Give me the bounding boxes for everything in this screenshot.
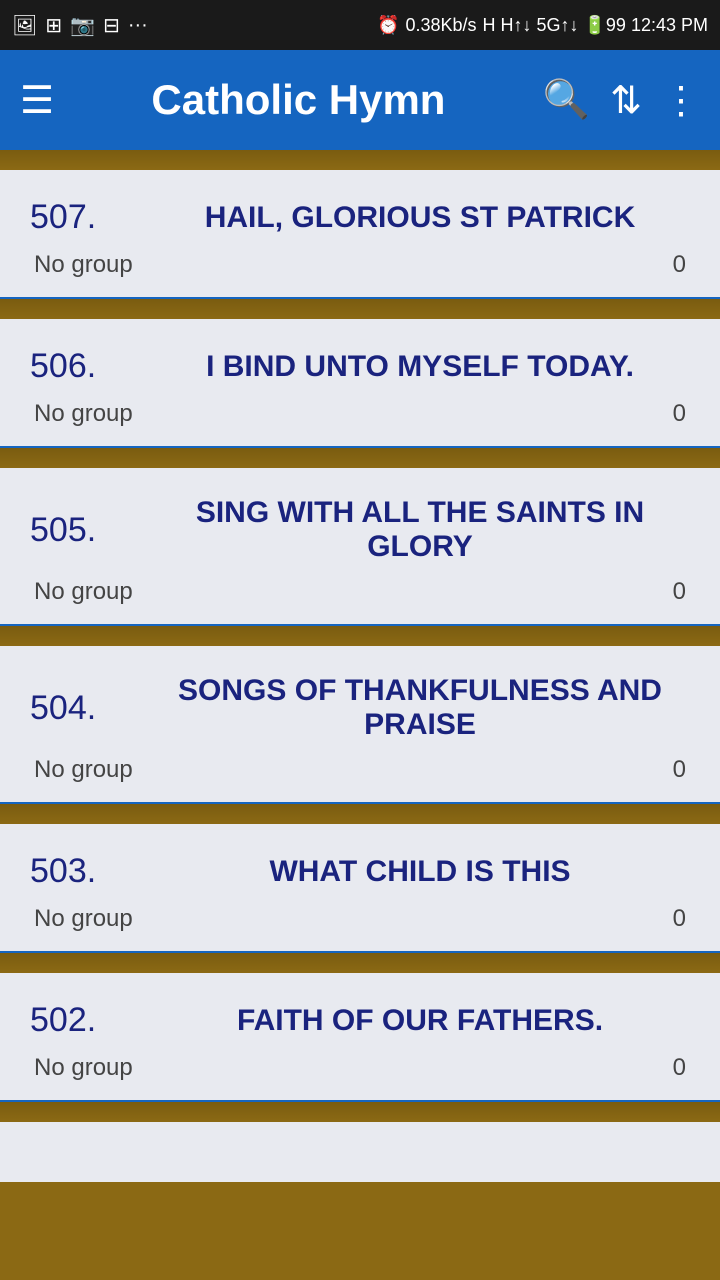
- alarm-icon: ⏰: [377, 15, 399, 36]
- menu-button[interactable]: ☰: [20, 78, 54, 123]
- hymn-count: 0: [673, 756, 686, 784]
- widget-icon: ⊟: [103, 13, 120, 38]
- hymn-group: No group: [34, 905, 133, 933]
- hymn-number: 507.: [30, 198, 130, 237]
- hymn-item-506[interactable]: 506. I BIND UNTO MYSELF TODAY. No group …: [0, 319, 720, 448]
- hymn-number: 503.: [30, 852, 130, 891]
- bg-strip: [0, 626, 720, 646]
- hymn-number: 506.: [30, 347, 130, 386]
- bg-strip: [0, 804, 720, 824]
- hymn-title: FAITH OF OUR FATHERS.: [150, 1004, 690, 1038]
- hymn-group: No group: [34, 578, 133, 606]
- hymn-group: No group: [34, 756, 133, 784]
- more-options-button[interactable]: ⋮: [662, 78, 700, 123]
- hymn-count: 0: [673, 400, 686, 428]
- hymn-number: 502.: [30, 1001, 130, 1040]
- hymn-count: 0: [673, 1054, 686, 1082]
- app-title: Catholic Hymn: [74, 76, 523, 124]
- bg-strip: [0, 299, 720, 319]
- more-icon: ···: [128, 14, 148, 37]
- hymn-count: 0: [673, 905, 686, 933]
- hymn-number: 505.: [30, 511, 130, 550]
- hymn-count: 0: [673, 251, 686, 279]
- data-speed: 0.38Kb/s: [405, 15, 476, 36]
- hymn-title: SING WITH ALL THE SAINTS IN GLORY: [150, 496, 690, 564]
- hymn-title: SONGS OF THANKFULNESS AND PRAISE: [150, 674, 690, 742]
- apps-icon: ⊞: [45, 13, 62, 38]
- hymn-item-505[interactable]: 505. SING WITH ALL THE SAINTS IN GLORY N…: [0, 468, 720, 626]
- hymn-title: HAIL, GLORIOUS ST PATRICK: [150, 201, 690, 235]
- bg-strip-bottom: [0, 1102, 720, 1122]
- bg-strip: [0, 953, 720, 973]
- hymn-group: No group: [34, 251, 133, 279]
- bg-strip: [0, 448, 720, 468]
- search-button[interactable]: 🔍: [543, 78, 590, 122]
- camera-icon: 📷: [70, 13, 95, 38]
- hymn-group: No group: [34, 400, 133, 428]
- status-right: ⏰ 0.38Kb/s H H↑↓ 5G↑↓ 🔋99 12:43 PM: [377, 15, 708, 36]
- bg-strip: [0, 150, 720, 170]
- status-bar: 🖼 ⊞ 📷 ⊟ ··· ⏰ 0.38Kb/s H H↑↓ 5G↑↓ 🔋99 12…: [0, 0, 720, 50]
- toolbar: ☰ Catholic Hymn 🔍 ⇅ ⋮: [0, 50, 720, 150]
- hymn-item-504[interactable]: 504. SONGS OF THANKFULNESS AND PRAISE No…: [0, 646, 720, 804]
- hymn-title: WHAT CHILD IS THIS: [150, 855, 690, 889]
- signal-icons: H H↑↓ 5G↑↓ 🔋99 12:43 PM: [483, 15, 709, 36]
- hymn-item-507[interactable]: 507. HAIL, GLORIOUS ST PATRICK No group …: [0, 170, 720, 299]
- hymn-list: 507. HAIL, GLORIOUS ST PATRICK No group …: [0, 150, 720, 1182]
- hymn-item-502[interactable]: 502. FAITH OF OUR FATHERS. No group 0: [0, 973, 720, 1102]
- sort-button[interactable]: ⇅: [610, 78, 642, 123]
- status-left-icons: 🖼 ⊞ 📷 ⊟ ···: [12, 13, 148, 38]
- hymn-count: 0: [673, 578, 686, 606]
- gallery-icon: 🖼: [12, 13, 37, 38]
- hymn-item-503[interactable]: 503. WHAT CHILD IS THIS No group 0: [0, 824, 720, 953]
- hymn-number: 504.: [30, 689, 130, 728]
- hymn-title: I BIND UNTO MYSELF TODAY.: [150, 350, 690, 384]
- partial-hymn-card: [0, 1122, 720, 1182]
- hymn-group: No group: [34, 1054, 133, 1082]
